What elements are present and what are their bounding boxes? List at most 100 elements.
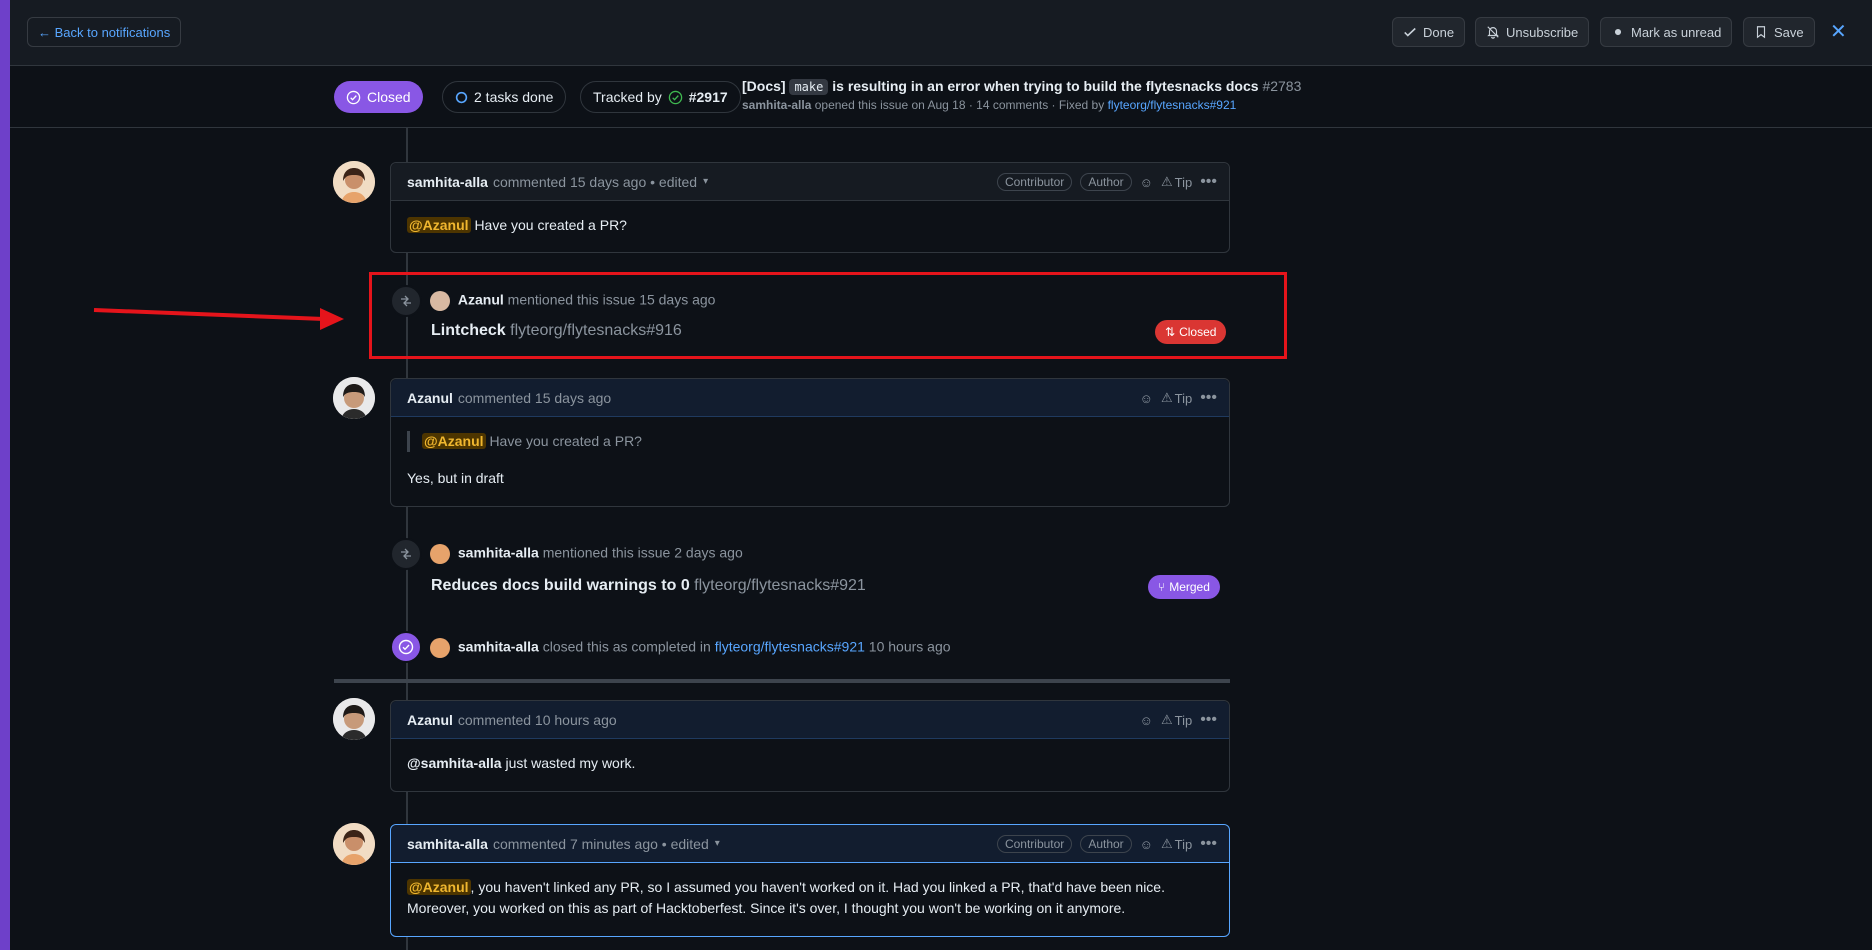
dot-icon	[1614, 28, 1622, 36]
comment-body: @Azanul Have you created a PR? Yes, but …	[391, 417, 1229, 503]
check-circle-icon	[346, 90, 361, 104]
avatar[interactable]	[333, 698, 375, 740]
comment-author[interactable]: samhita-alla	[407, 836, 488, 852]
contributor-label: Contributor	[996, 173, 1073, 191]
bookmark-icon	[1756, 26, 1766, 39]
tip-button[interactable]: ⚠ Tip	[1161, 836, 1192, 852]
issue-number: #2783	[1262, 78, 1302, 94]
done-button[interactable]: Done	[1392, 17, 1466, 47]
event-text: closed this as completed in	[542, 638, 711, 655]
tracked-by-number[interactable]: #2917	[689, 89, 728, 105]
save-button[interactable]: Save	[1743, 17, 1815, 47]
issue-sub-text: opened this issue on Aug 18 · 14 comment…	[814, 98, 1105, 112]
contributor-label: Contributor	[996, 835, 1073, 853]
mark-unread-label: Mark as unread	[1631, 24, 1722, 40]
event-text: mentioned this issue 2 days ago	[542, 544, 743, 561]
author-label: Author	[1080, 835, 1132, 853]
avatar[interactable]	[430, 544, 450, 564]
comment-text: just wasted my work.	[505, 755, 636, 771]
annotation-arrow-icon	[93, 308, 344, 330]
comment-meta: commented 7 minutes ago • edited	[492, 835, 709, 852]
timeline-divider	[334, 679, 1230, 683]
kebab-menu-icon[interactable]: •••	[1200, 389, 1217, 407]
comment-meta: commented 15 days ago • edited	[492, 173, 698, 190]
user-mention[interactable]: @Azanul	[422, 433, 486, 449]
avatar[interactable]	[333, 377, 375, 419]
event-time[interactable]: 10 hours ago	[869, 639, 951, 655]
unsubscribe-button[interactable]: Unsubscribe	[1475, 17, 1590, 47]
comment-text: Moreover, you worked on this as part of …	[407, 900, 1126, 916]
comment-card: Azanul commented 10 hours ago ☺ ⚠ Tip •••…	[390, 700, 1230, 792]
tip-label: Tip	[1174, 712, 1193, 728]
quote-text: Have you created a PR?	[489, 433, 642, 449]
issue-sticky-header: Closed 2 tasks done Tracked by #2917 [Do…	[10, 66, 1872, 128]
comment-meta: commented 15 days ago	[457, 389, 612, 406]
tasks-label: 2 tasks done	[474, 89, 554, 105]
cross-reference-icon	[390, 538, 422, 570]
issue-title: [Docs] make is resulting in an error whe…	[742, 78, 1302, 95]
alert-icon: ⚠	[1160, 390, 1173, 405]
event-actor[interactable]: samhita-alla	[458, 639, 539, 655]
tip-label: Tip	[1174, 390, 1193, 406]
mention-event: samhita-alla mentioned this issue 2 days…	[430, 544, 743, 564]
save-label: Save	[1774, 24, 1804, 40]
comment-text: Yes, but in draft	[407, 470, 504, 486]
comment-header: samhita-alla commented 15 days ago • edi…	[391, 163, 1229, 201]
tracked-by-label: Tracked by	[593, 89, 662, 105]
user-mention[interactable]: @samhita-alla	[407, 755, 502, 771]
comment-author[interactable]: samhita-alla	[407, 174, 488, 190]
kebab-menu-icon[interactable]: •••	[1200, 835, 1217, 853]
bell-slash-icon	[1487, 26, 1499, 39]
avatar[interactable]	[333, 823, 375, 865]
mark-as-unread-button[interactable]: Mark as unread	[1600, 17, 1733, 47]
smiley-icon[interactable]: ☺	[1140, 175, 1153, 190]
kebab-menu-icon[interactable]: •••	[1200, 173, 1217, 191]
comment-header: samhita-alla commented 7 minutes ago • e…	[391, 825, 1229, 863]
annotation-highlight-box	[369, 272, 1287, 359]
comment-text: , you haven't linked any PR, so I assume…	[470, 879, 1165, 895]
kebab-menu-icon[interactable]: •••	[1200, 711, 1217, 729]
referenced-pr-repo[interactable]: flyteorg/flytesnacks#921	[694, 577, 866, 594]
smiley-icon[interactable]: ☺	[1140, 837, 1153, 852]
merge-icon: ⑂	[1158, 580, 1166, 594]
comment-header: Azanul commented 15 days ago ☺ ⚠ Tip •••	[391, 379, 1229, 417]
tracked-by-pill[interactable]: Tracked by #2917	[580, 81, 741, 113]
smiley-icon[interactable]: ☺	[1140, 391, 1153, 406]
tip-label: Tip	[1174, 174, 1193, 190]
user-mention[interactable]: @Azanul	[407, 879, 471, 895]
pr-state-label: Merged	[1169, 580, 1210, 594]
user-mention[interactable]: @Azanul	[407, 217, 471, 233]
tip-button[interactable]: ⚠ Tip	[1161, 174, 1192, 190]
avatar[interactable]	[430, 638, 450, 658]
unsubscribe-label: Unsubscribe	[1506, 24, 1579, 40]
avatar[interactable]	[333, 161, 375, 203]
chevron-down-icon[interactable]: ▾	[715, 838, 720, 849]
closed-check-icon	[390, 631, 422, 663]
tip-button[interactable]: ⚠ Tip	[1161, 712, 1192, 728]
referenced-pr[interactable]: Reduces docs build warnings to 0 flyteor…	[431, 577, 866, 595]
event-actor[interactable]: samhita-alla	[458, 545, 539, 561]
close-icon[interactable]: ✕	[1830, 20, 1847, 44]
comment-card: Azanul commented 15 days ago ☺ ⚠ Tip ••• …	[390, 378, 1230, 507]
tip-button[interactable]: ⚠ Tip	[1161, 390, 1192, 406]
notification-toolbar: ← Back to notifications Done Unsubscribe…	[10, 0, 1872, 66]
smiley-icon[interactable]: ☺	[1140, 713, 1153, 728]
alert-icon: ⚠	[1160, 712, 1173, 727]
title-rest: is resulting in an error when trying to …	[832, 78, 1259, 94]
closing-pr-link[interactable]: flyteorg/flytesnacks#921	[715, 639, 865, 655]
issue-opener[interactable]: samhita-alla	[742, 98, 811, 112]
fixed-by-link[interactable]: flyteorg/flytesnacks#921	[1108, 98, 1237, 112]
comment-author[interactable]: Azanul	[407, 712, 453, 728]
issue-open-icon	[668, 90, 682, 104]
chevron-down-icon[interactable]: ▾	[703, 176, 708, 187]
comment-header: Azanul commented 10 hours ago ☺ ⚠ Tip •••	[391, 701, 1229, 739]
comment-author[interactable]: Azanul	[407, 390, 453, 406]
referenced-pr-title[interactable]: Reduces docs build warnings to 0	[431, 577, 690, 594]
back-to-notifications-button[interactable]: ← Back to notifications	[27, 17, 182, 47]
done-label: Done	[1423, 24, 1455, 40]
issue-state-label: Closed	[367, 89, 411, 105]
quoted-reply: @Azanul Have you created a PR?	[407, 431, 1213, 452]
tasks-done-pill[interactable]: 2 tasks done	[442, 81, 567, 113]
comment-text: Have you created a PR?	[474, 217, 627, 233]
alert-icon: ⚠	[1160, 836, 1173, 851]
